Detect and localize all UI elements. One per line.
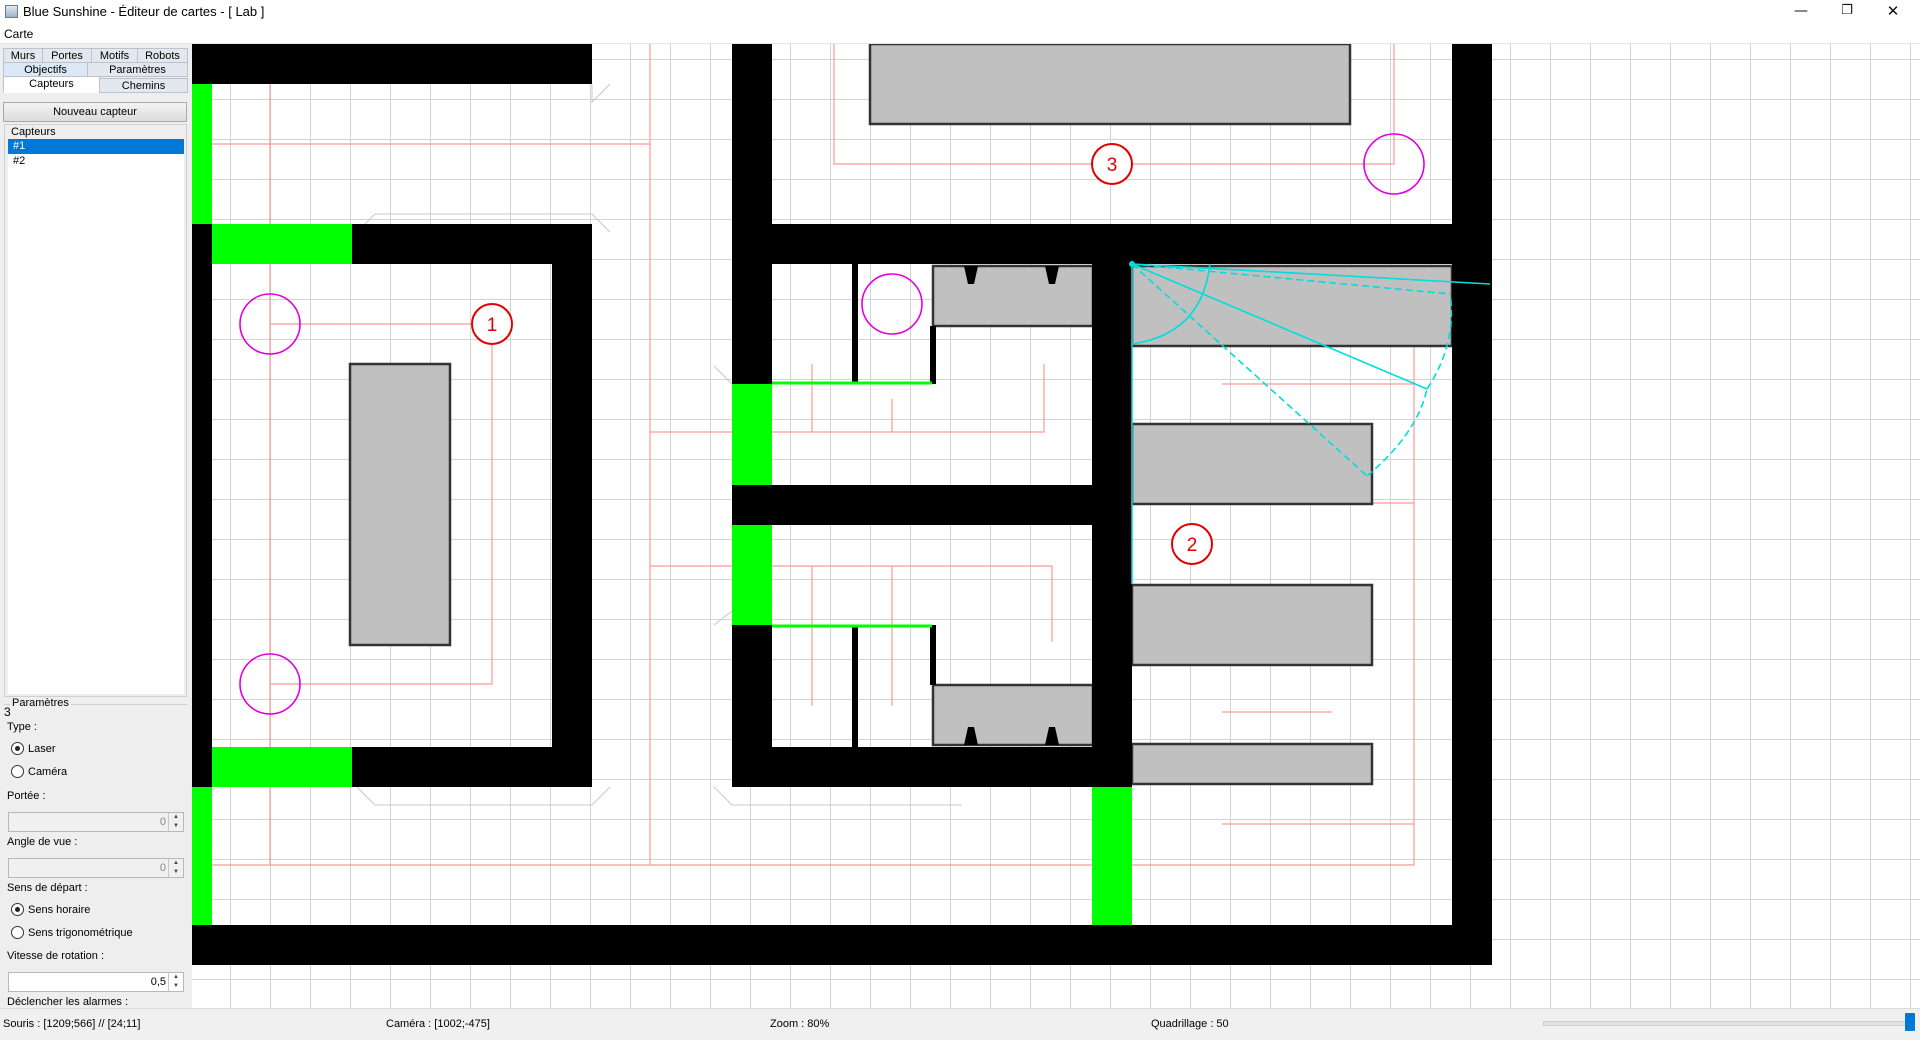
tab-objectifs[interactable]: Objectifs — [3, 62, 88, 77]
grid-size: Quadrillage : 50 — [1151, 1018, 1229, 1030]
tab-portes[interactable]: Portes — [42, 48, 92, 63]
objective-marker-3-label: 3 — [1107, 155, 1118, 176]
angle-label: Angle de vue : — [7, 836, 78, 848]
portee-value: 0 — [159, 816, 166, 828]
objective-marker-2[interactable]: 2 — [1171, 523, 1213, 565]
capteurs-title: Capteurs — [11, 126, 56, 138]
radio-sens-trigo-label: Sens trigonométrique — [28, 927, 133, 939]
objective-marker-2-label: 2 — [1187, 535, 1198, 556]
close-icon: ✕ — [1886, 2, 1900, 20]
tab-robots[interactable]: Robots — [137, 48, 188, 63]
radio-sens-trigo[interactable]: Sens trigonométrique — [11, 926, 133, 940]
menu-carte[interactable]: Carte — [4, 27, 33, 41]
camera-position: Caméra : [1002;-475] — [386, 1018, 490, 1030]
portee-spinner: 0 ▲ ▼ — [8, 812, 184, 832]
close-button[interactable]: ✕ — [1870, 0, 1916, 24]
minimize-button[interactable]: — — [1778, 0, 1824, 24]
tab-capteurs[interactable]: Capteurs — [3, 76, 100, 93]
tab-murs[interactable]: Murs — [3, 48, 43, 63]
restore-icon: ❐ — [1841, 3, 1853, 18]
radio-laser[interactable]: Laser — [11, 742, 56, 756]
sens-label: Sens de départ : — [7, 882, 88, 894]
tab-chemins[interactable]: Chemins — [99, 78, 188, 93]
spinner-arrows-icon: ▲ ▼ — [168, 859, 183, 877]
title-bar: Blue Sunshine - Éditeur de cartes - [ La… — [0, 0, 1920, 24]
angle-spinner: 0 ▲ ▼ — [8, 858, 184, 878]
radio-unchecked-icon — [11, 765, 24, 778]
zoom-level: Zoom : 80% — [770, 1018, 830, 1030]
vitesse-label: Vitesse de rotation : — [7, 950, 105, 962]
spinner-arrows-icon[interactable]: ▲ ▼ — [168, 973, 183, 991]
portee-label: Portée : — [7, 790, 46, 802]
radio-checked-icon — [11, 903, 24, 916]
zoom-slider-thumb[interactable] — [1905, 1013, 1915, 1031]
restore-button[interactable]: ❐ — [1824, 0, 1870, 24]
new-sensor-button[interactable]: Nouveau capteur — [3, 102, 187, 122]
zoom-slider[interactable] — [1543, 1013, 1915, 1037]
parametres-title: Paramètres — [10, 697, 71, 709]
radio-sens-horaire[interactable]: Sens horaire — [11, 903, 90, 917]
app-icon — [5, 5, 18, 18]
capteurs-list[interactable]: #1 #2 — [8, 139, 184, 694]
vitesse-value: 0,5 — [150, 976, 166, 988]
radio-camera[interactable]: Caméra — [11, 765, 67, 779]
radio-sens-horaire-label: Sens horaire — [28, 904, 91, 916]
type-label: Type : — [7, 721, 37, 733]
list-item[interactable]: #2 — [8, 154, 184, 169]
tab-parametres[interactable]: Paramètres — [87, 62, 188, 77]
radio-unchecked-icon — [11, 926, 24, 939]
map-canvas[interactable]: 1 2 3 — [192, 44, 1920, 1008]
minimize-icon: — — [1794, 3, 1808, 19]
sensor-point[interactable] — [1129, 261, 1135, 267]
zoom-slider-track[interactable] — [1543, 1021, 1915, 1026]
radio-checked-icon — [11, 742, 24, 755]
vitesse-spinner[interactable]: 0,5 ▲ ▼ — [8, 972, 184, 992]
objective-marker-1[interactable]: 1 — [471, 303, 513, 345]
objective-marker-3[interactable]: 3 — [1091, 143, 1133, 185]
map-drawing[interactable]: 1 2 3 — [192, 44, 1920, 1008]
left-panel: Murs Portes Motifs Robots Objectifs Para… — [0, 44, 192, 1008]
radio-laser-label: Laser — [28, 743, 56, 755]
alarmes-label: Déclencher les alarmes : — [7, 996, 129, 1008]
window-title: Blue Sunshine - Éditeur de cartes - [ La… — [23, 4, 265, 19]
capteurs-group: Capteurs #1 #2 — [4, 124, 187, 697]
menu-bar: Carte — [0, 24, 1920, 44]
furniture — [348, 44, 1454, 786]
list-item[interactable]: #1 — [8, 139, 184, 154]
parametres-group: Paramètres Type : Laser Caméra Portée : … — [4, 697, 187, 1008]
tab-motifs[interactable]: Motifs — [91, 48, 138, 63]
objective-marker-1-label: 1 — [487, 315, 498, 336]
spinner-arrows-icon: ▲ ▼ — [168, 813, 183, 831]
angle-value: 0 — [159, 862, 166, 874]
mouse-position: Souris : [1209;566] // [24;11] — [3, 1018, 141, 1030]
radio-camera-label: Caméra — [28, 766, 68, 778]
